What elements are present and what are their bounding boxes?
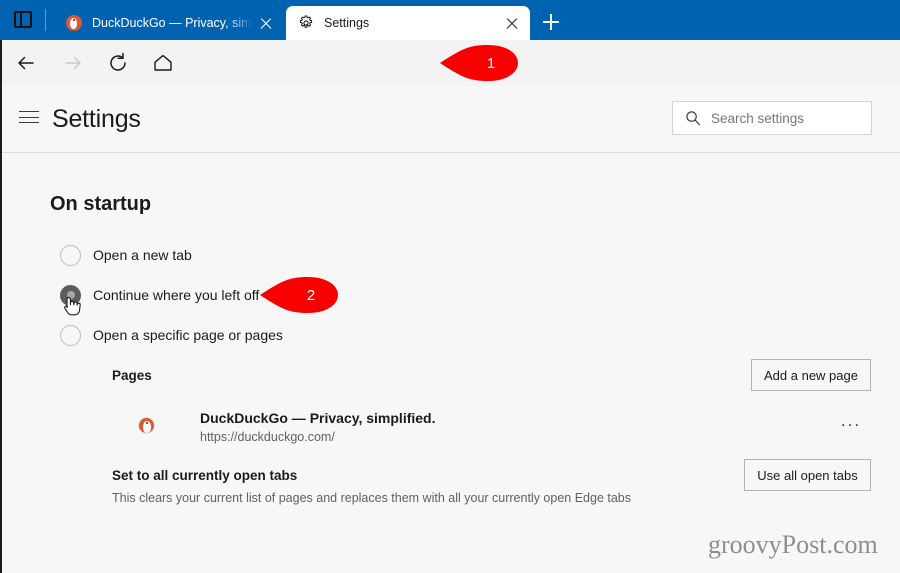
new-tab-button[interactable] [537,9,565,35]
browser-tab-duckduckgo[interactable]: DuckDuckGo — Privacy, simplified. [54,6,284,40]
back-arrow-icon[interactable] [14,51,38,75]
list-item-startup-page: DuckDuckGo — Privacy, simplified. https:… [138,408,859,444]
watermark: groovyPost.com [708,530,878,559]
tab-strip: DuckDuckGo — Privacy, simplified. Settin… [0,0,900,40]
search-input[interactable] [711,110,861,126]
add-a-new-page-button[interactable]: Add a new page [751,359,871,391]
reload-icon[interactable] [106,51,130,75]
close-icon[interactable] [253,10,279,36]
tab-title: Settings [324,16,370,30]
radio-label: Continue where you left off [93,287,260,303]
tabstrip-divider [45,9,46,31]
set-all-tabs-title: Set to all currently open tabs [112,468,298,483]
radio-button[interactable] [60,244,81,266]
window-left-border [0,40,2,573]
section-title-on-startup: On startup [50,193,152,215]
duckduckgo-favicon [66,15,82,31]
radio-option-open-new-tab[interactable]: Open a new tab [60,244,192,266]
use-all-open-tabs-button[interactable]: Use all open tabs [744,459,871,491]
hamburger-menu-icon[interactable] [19,110,39,124]
tab-actions-icon[interactable] [14,11,32,28]
radio-button-selected[interactable] [60,284,81,306]
home-icon[interactable] [151,51,175,75]
page-title: Settings [52,105,141,133]
callout-marker-2: 2 [258,275,342,315]
search-icon [685,110,701,126]
set-all-tabs-description: This clears your current list of pages a… [112,491,632,505]
gear-icon [298,15,314,31]
page-url-text: https://duckduckgo.com/ [200,430,335,444]
pages-label: Pages [112,368,152,383]
page-title-text: DuckDuckGo — Privacy, simplified. [200,410,436,426]
forward-arrow-icon [61,51,85,75]
radio-label: Open a specific page or pages [93,327,283,343]
duckduckgo-favicon [138,417,155,434]
callout-marker-1: 1 [438,43,522,83]
callout-number: 2 [306,286,316,304]
more-options-icon[interactable]: ... [838,412,864,438]
radio-option-open-specific-pages[interactable]: Open a specific page or pages [60,324,283,346]
browser-tab-settings[interactable]: Settings [286,6,530,40]
search-settings-box[interactable] [672,101,872,135]
edge-browser-window: DuckDuckGo — Privacy, simplified. Settin… [0,0,900,573]
radio-option-continue-where-left-off[interactable]: Continue where you left off [60,284,259,306]
callout-number: 1 [486,54,496,72]
tab-title: DuckDuckGo — Privacy, simplified. [92,16,253,30]
close-icon[interactable] [499,10,525,36]
radio-label: Open a new tab [93,247,192,263]
radio-button[interactable] [60,324,81,346]
